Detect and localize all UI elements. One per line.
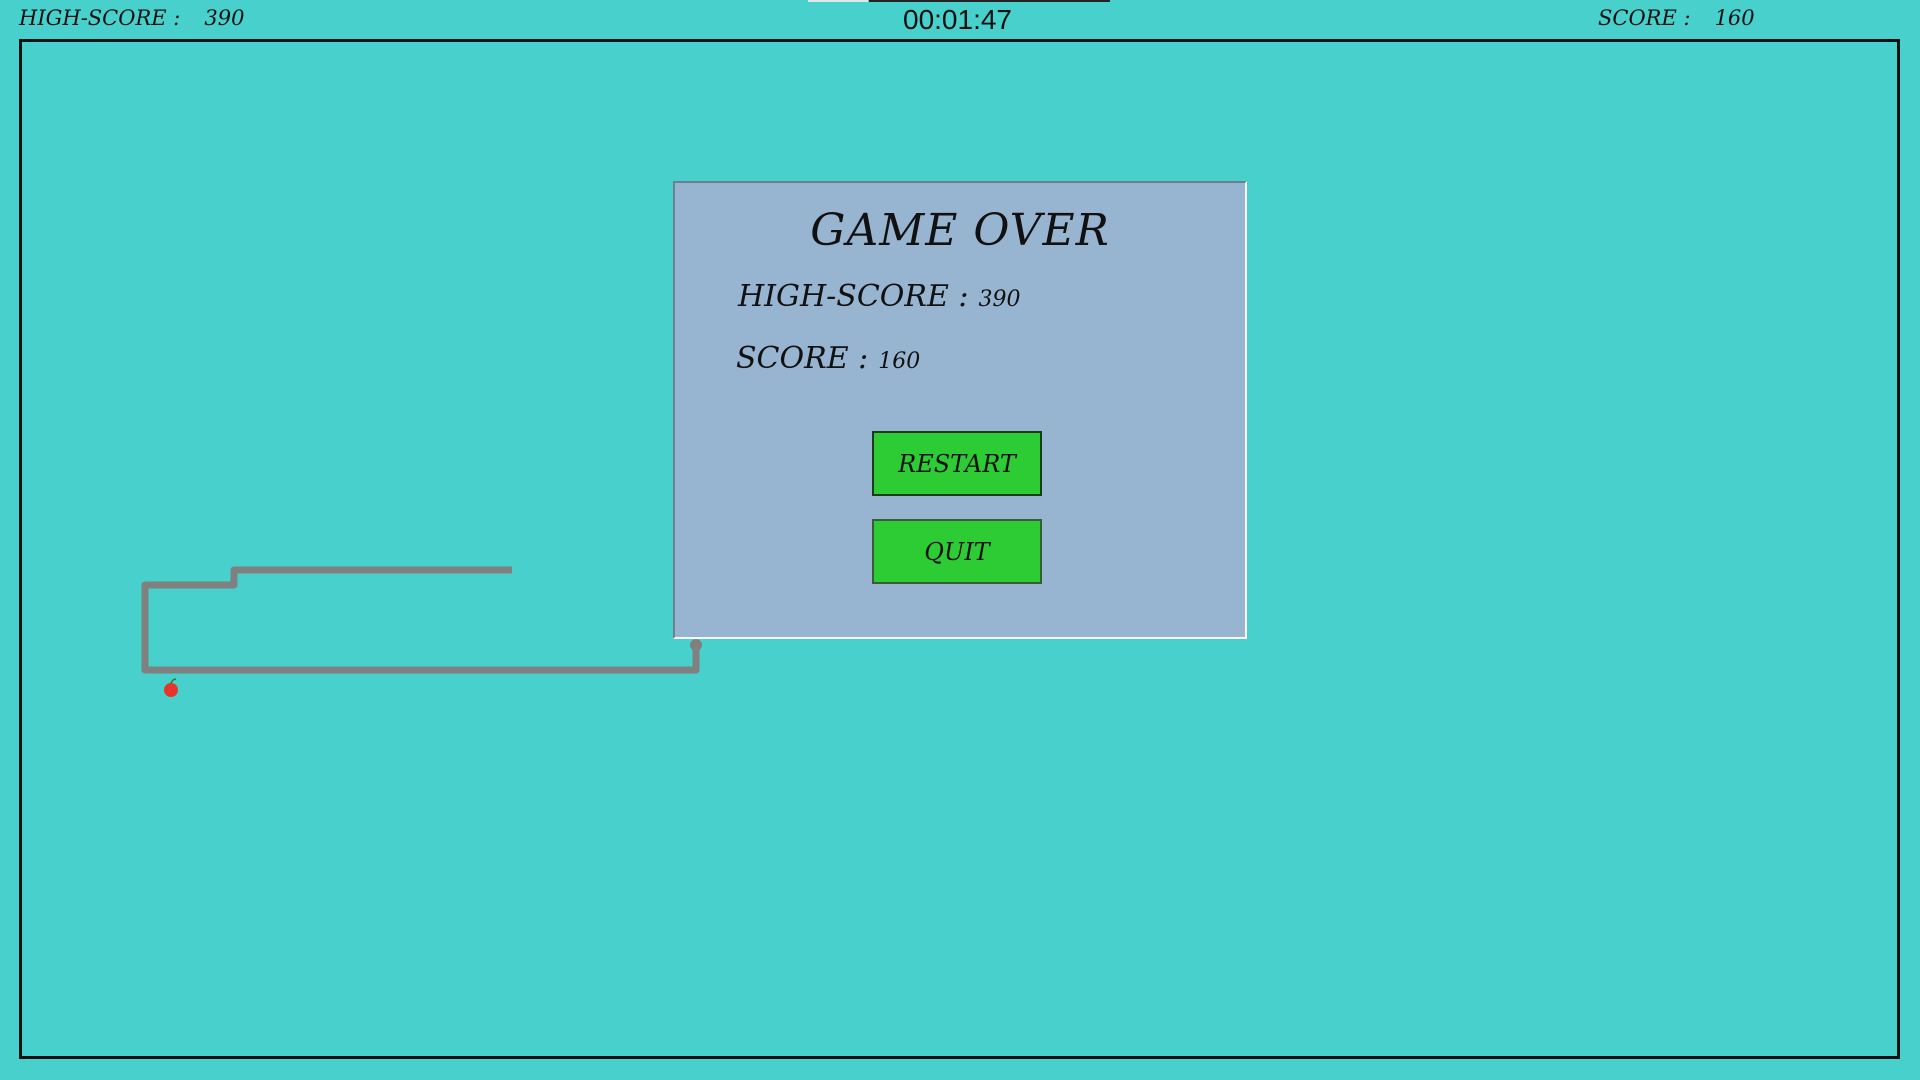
dialog-score-value: 160 <box>878 349 921 374</box>
game-over-dialog: GAME OVER HIGH-SCORE : 390 SCORE : 160 RES… <box>673 181 1247 639</box>
dialog-high-score-value: 390 <box>978 287 1021 312</box>
restart-button[interactable]: RESTART <box>872 431 1042 496</box>
game-over-title: GAME OVER <box>810 205 1110 256</box>
dialog-score-label: SCORE : <box>736 341 869 376</box>
snake-body <box>141 566 700 674</box>
quit-button[interactable]: QUIT <box>872 519 1042 584</box>
dialog-high-score-label: HIGH-SCORE : <box>738 279 969 314</box>
dialog-high-score: HIGH-SCORE : 390 <box>738 279 1021 314</box>
snake-head <box>690 639 702 651</box>
apple-icon <box>164 678 178 697</box>
dialog-score: SCORE : 160 <box>736 341 920 376</box>
